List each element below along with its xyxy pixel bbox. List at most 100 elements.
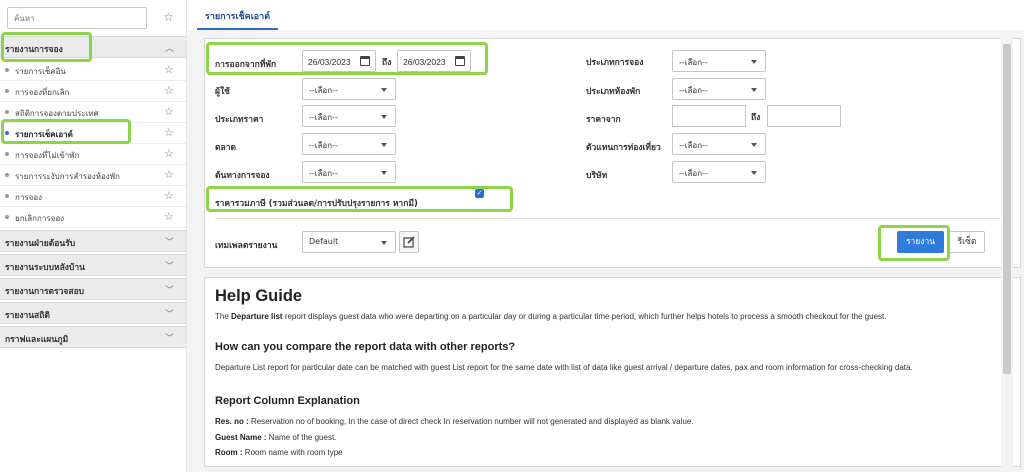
caret-down-icon — [751, 171, 757, 175]
select-value: --เลือก-- — [309, 169, 338, 178]
select-value: --เลือก-- — [679, 86, 708, 95]
item-label: รายการระงับการสำรองห้องพัก — [15, 172, 120, 181]
rate-from-label: ราคาจาก — [586, 115, 621, 125]
select-value: Default — [309, 237, 339, 246]
travel-agent-select[interactable]: --เลือก-- — [672, 133, 766, 155]
section-label: รายงานระบบหลังบ้าน — [5, 263, 85, 273]
sidebar-section-statistics-reports[interactable]: รายงานสถิติ ﹀ — [0, 302, 186, 324]
columns-heading: Report Column Explanation — [215, 395, 360, 407]
rate-from-input[interactable] — [672, 105, 746, 127]
user-label: ผู้ใช้ — [215, 87, 230, 97]
date-from-value: 26/03/2023 — [308, 57, 351, 67]
star-icon[interactable]: ☆ — [164, 105, 174, 118]
chevron-down-icon: ﹀ — [164, 310, 174, 320]
bullet-icon — [5, 89, 9, 93]
calendar-icon[interactable] — [360, 56, 370, 66]
sidebar-item-arrival-list[interactable]: รายการเช็คอิน ☆ — [0, 60, 186, 81]
caret-down-icon — [381, 115, 387, 119]
caret-down-icon — [751, 88, 757, 92]
chevron-up-icon: ︿ — [164, 44, 174, 54]
bullet-icon — [5, 173, 9, 177]
sidebar-item-reservations[interactable]: การจอง ☆ — [0, 186, 186, 207]
date-from-input[interactable]: 26/03/2023 — [302, 50, 376, 72]
help-guide-panel: Help Guide The Departure list report dis… — [204, 277, 1021, 467]
company-label: บริษัท — [586, 171, 608, 181]
sidebar-section-graphs-charts[interactable]: กราฟและแผนภูมิ ﹀ — [0, 326, 186, 348]
sidebar-item-room-hold-list[interactable]: รายการระงับการสำรองห้องพัก ☆ — [0, 165, 186, 186]
caret-down-icon — [381, 241, 387, 245]
select-value: --เลือก-- — [679, 141, 708, 150]
user-select[interactable]: --เลือก-- — [302, 78, 396, 100]
item-label: การจองที่ยกเลิก — [15, 88, 70, 97]
star-icon[interactable]: ☆ — [164, 210, 174, 223]
tax-inclusive-label: ราคารวมภาษี (รวมส่วนลด/การปรับปรุงรายการ… — [215, 199, 418, 209]
edit-template-button[interactable] — [399, 231, 419, 253]
sidebar-item-void-reservations[interactable]: ยกเลิกการจอง ☆ — [0, 207, 186, 228]
star-icon[interactable]: ☆ — [164, 84, 174, 97]
intro-bold: Departure list — [231, 312, 283, 321]
report-button[interactable]: รายงาน — [897, 231, 944, 253]
chevron-down-icon: ﹀ — [164, 238, 174, 248]
room-type-select[interactable]: --เลือก-- — [672, 78, 766, 100]
help-intro: The Departure list report displays guest… — [215, 312, 886, 321]
compare-text: Departure List report for particular dat… — [215, 363, 913, 372]
sidebar-section-reservation-reports[interactable]: รายงานการจอง ︿ — [0, 36, 186, 58]
col-text: Room name with room type — [242, 448, 343, 457]
star-icon[interactable]: ☆ — [164, 147, 174, 160]
column-room: Room : Room name with room type — [215, 448, 343, 457]
company-select[interactable]: --เลือก-- — [672, 161, 766, 183]
sidebar-section-back-office-reports[interactable]: รายงานระบบหลังบ้าน ﹀ — [0, 254, 186, 276]
column-res-no: Res. no : Reservation no of booking, In … — [215, 417, 694, 426]
caret-down-icon — [381, 171, 387, 175]
select-value: --เลือก-- — [679, 169, 708, 178]
travel-agent-label: ตัวแทนการท่องเที่ยว — [586, 143, 661, 153]
star-icon[interactable]: ☆ — [164, 168, 174, 181]
select-value: --เลือก-- — [309, 86, 338, 95]
filter-panel: การออกจากที่พัก 26/03/2023 ถึง 26/03/202… — [204, 38, 1021, 268]
section-label: รายงานฝ่ายต้อนรับ — [5, 239, 76, 249]
caret-down-icon — [751, 60, 757, 64]
rate-to-input[interactable] — [767, 105, 841, 127]
select-value: --เลือก-- — [309, 141, 338, 150]
booking-type-select[interactable]: --เลือก-- — [672, 50, 766, 72]
bullet-icon — [5, 68, 9, 72]
scrollbar[interactable] — [1001, 30, 1013, 472]
source-select[interactable]: --เลือก-- — [302, 161, 396, 183]
star-icon[interactable]: ☆ — [164, 189, 174, 202]
reset-button[interactable]: รีเซ็ต — [949, 231, 985, 253]
search-box[interactable] — [7, 7, 147, 29]
item-label: สถิติการจองตามประเทศ — [15, 109, 99, 118]
select-value: --เลือก-- — [309, 113, 338, 122]
date-to-input[interactable]: 26/03/2023 — [397, 50, 471, 72]
scrollbar-thumb[interactable] — [1003, 44, 1011, 374]
tax-inclusive-checkbox[interactable]: ✓ — [475, 189, 484, 198]
chevron-down-icon: ﹀ — [164, 286, 174, 296]
rate-type-select[interactable]: --เลือก-- — [302, 105, 396, 127]
intro-pre: The — [215, 312, 232, 321]
bullet-icon — [5, 131, 9, 135]
intro-post: report displays guest data who were depa… — [282, 312, 887, 321]
item-label: รายการเช็คอิน — [15, 67, 66, 76]
tab-departure-list[interactable]: รายการเช็คเอาต์ — [197, 9, 279, 30]
to-label: ถึง — [382, 58, 392, 68]
sidebar-item-country-statistics[interactable]: สถิติการจองตามประเทศ ☆ — [0, 102, 186, 123]
calendar-icon[interactable] — [455, 56, 465, 66]
template-label: เทมเพลตรายงาน — [215, 241, 278, 251]
sidebar-item-departure-list[interactable]: รายการเช็คเอาต์ ☆ — [0, 123, 186, 144]
col-text: Reservation no of booking, In the case o… — [248, 417, 694, 426]
sidebar-item-no-show[interactable]: การจองที่ไม่เข้าพัก ☆ — [0, 144, 186, 165]
search-input[interactable] — [8, 8, 146, 28]
sidebar-item-cancelled-reservations[interactable]: การจองที่ยกเลิก ☆ — [0, 81, 186, 102]
sidebar-section-front-office-reports[interactable]: รายงานฝ่ายต้อนรับ ﹀ — [0, 230, 186, 252]
star-icon[interactable]: ☆ — [164, 63, 174, 76]
template-select[interactable]: Default — [302, 231, 396, 253]
bullet-icon — [5, 152, 9, 156]
market-select[interactable]: --เลือก-- — [302, 133, 396, 155]
edit-icon — [403, 236, 415, 248]
departure-label: การออกจากที่พัก — [215, 60, 277, 70]
tab-bar: รายการเช็คเอาต์ — [187, 0, 1024, 30]
market-label: ตลาด — [215, 143, 237, 153]
star-icon[interactable]: ☆ — [163, 10, 174, 24]
sidebar-section-audit-reports[interactable]: รายงานการตรวจสอบ ﹀ — [0, 278, 186, 300]
star-icon[interactable]: ☆ — [164, 126, 174, 139]
